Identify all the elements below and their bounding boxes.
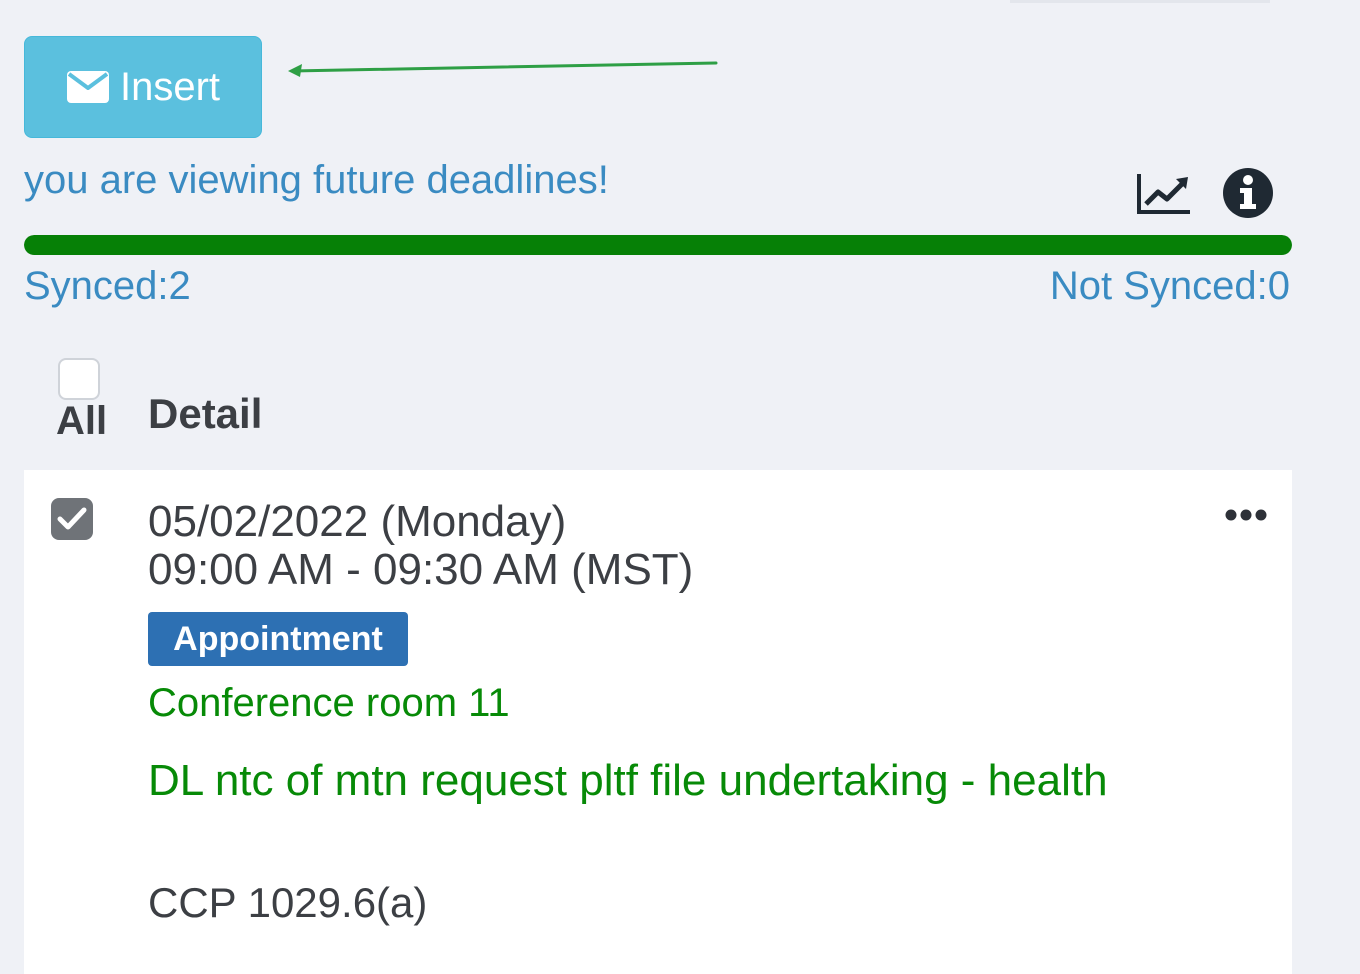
entry-checkbox[interactable] [51,498,93,540]
annotation-arrow [288,61,718,77]
insert-button[interactable]: Insert [24,36,262,138]
line-chart-icon[interactable] [1136,172,1192,216]
select-all-label: All [56,399,108,443]
detail-column-header: Detail [148,390,263,437]
entry-time: 09:00 AM - 09:30 AM (MST) [148,545,694,594]
synced-count: Synced:2 [24,264,191,308]
sync-progress-bar [24,235,1292,255]
more-horizontal-icon[interactable] [1224,508,1268,522]
sync-progress-fill [24,235,1292,255]
future-deadlines-notice: you are viewing future deadlines! [24,158,609,202]
entry-date: 05/02/2022 (Monday) [148,497,567,546]
entry-type-badge: Appointment [148,612,408,666]
select-all-checkbox[interactable] [58,358,100,400]
insert-label: Insert [119,64,221,109]
deadlines-panel: Insert you are viewing future deadlines!… [0,0,1360,974]
not-synced-count: Not Synced:0 [1049,264,1290,308]
info-circle-icon[interactable] [1222,167,1274,219]
top-divider [1010,0,1270,3]
entry-location: Conference room 11 [148,681,510,725]
checkmark-icon [57,507,87,530]
deadline-entry: 05/02/2022 (Monday) 09:00 AM - 09:30 AM … [24,470,1292,974]
envelope-icon [66,70,110,104]
entry-description[interactable]: DL ntc of mtn request pltf file undertak… [148,754,1108,808]
entry-code: CCP 1029.6(a) [148,879,428,926]
